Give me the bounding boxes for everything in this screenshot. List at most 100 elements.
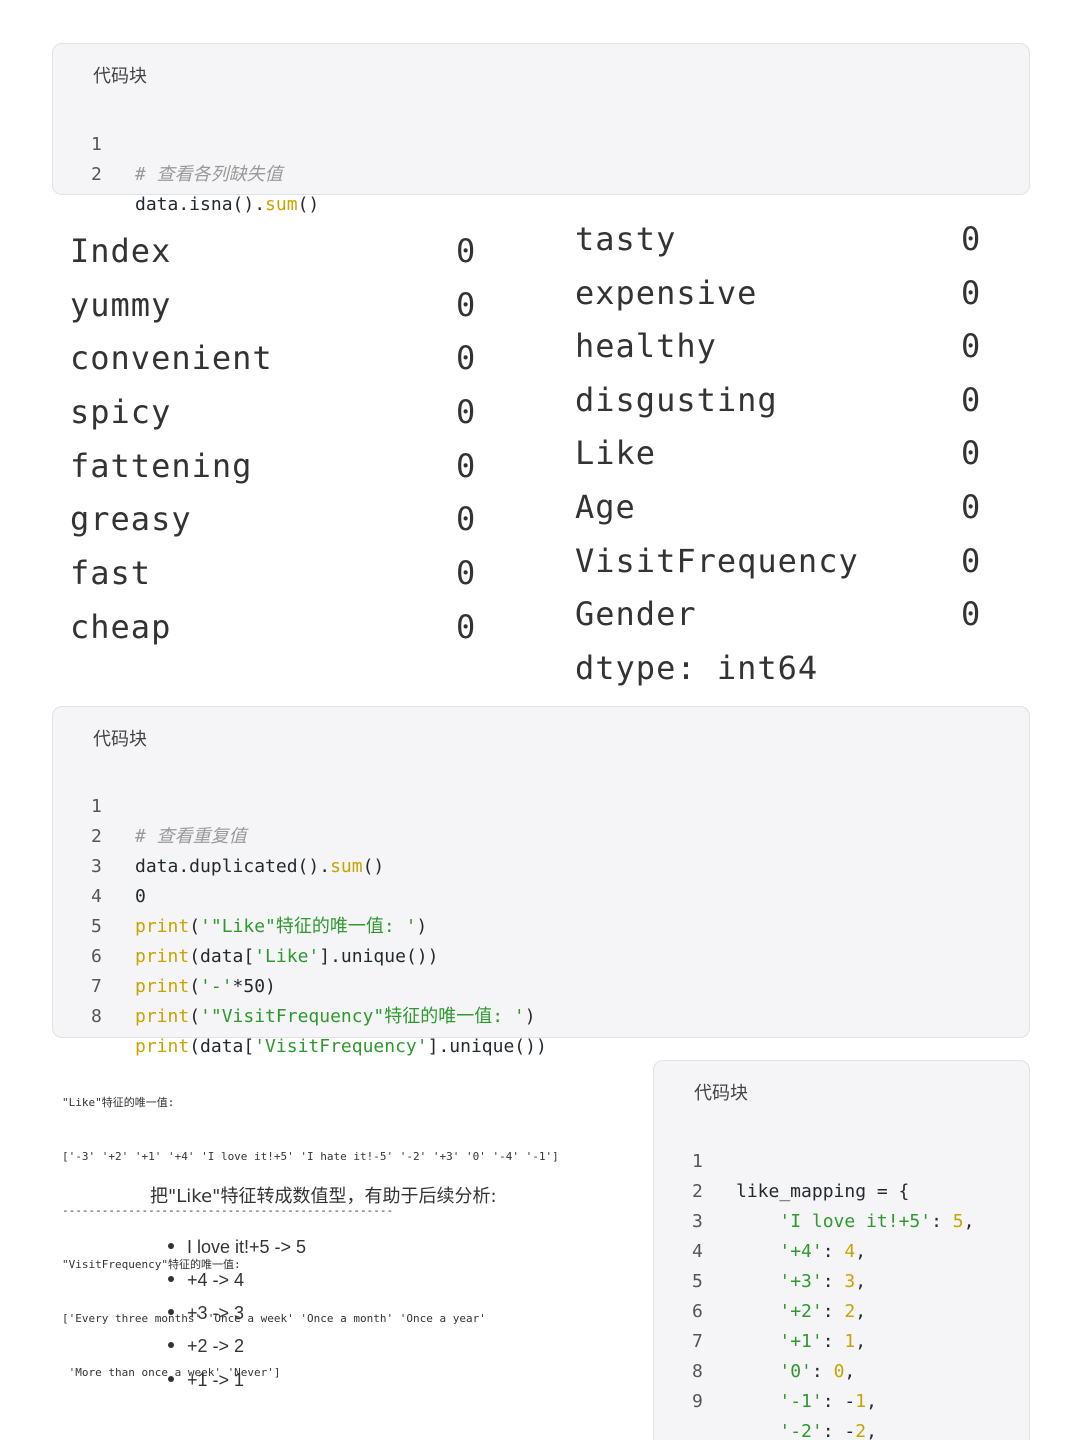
missing-count: 0 xyxy=(961,327,982,365)
column-name: Age xyxy=(575,488,636,526)
column-name: tasty xyxy=(575,220,677,258)
column-name: fast xyxy=(70,554,152,592)
code-text: , xyxy=(866,1391,877,1412)
bullet-icon xyxy=(168,1376,174,1383)
missing-count: 0 xyxy=(961,381,982,419)
code-number: 2 xyxy=(855,1421,867,1440)
unique-values-output: "Like"特征的唯一值: ['-3' '+2' '+1' '+4' 'I lo… xyxy=(62,1058,559,1400)
output-row: Like 0 xyxy=(575,433,980,473)
code-block-label: 代码块 xyxy=(93,729,147,750)
output-row: fattening 0 xyxy=(70,446,475,486)
output-line: ['Every three months' 'Once a week' 'Onc… xyxy=(62,1312,486,1325)
missing-count: 0 xyxy=(456,608,477,646)
list-item-text: I love it!+5 -> 5 xyxy=(187,1237,307,1257)
missing-count: 0 xyxy=(961,434,982,472)
code-string: '-1' xyxy=(779,1391,823,1412)
column-name: healthy xyxy=(575,327,717,365)
bullet-icon xyxy=(168,1342,174,1349)
code-text: : - xyxy=(822,1391,856,1412)
column-name: disgusting xyxy=(575,381,778,419)
code-line: 2 'I love it!+5': 5, xyxy=(654,1147,1029,1232)
code-line: 2 data.isna().sum() xyxy=(53,130,1029,215)
code-number: 1 xyxy=(855,1391,867,1412)
output-row: Index 0 xyxy=(70,231,475,271)
code-text: data.isna(). xyxy=(135,194,266,215)
code-line: 3 '+4': 4, xyxy=(654,1177,1029,1262)
output-line: "VisitFrequency"特征的唯一值: xyxy=(62,1258,241,1271)
code-function: sum xyxy=(265,194,298,215)
missing-count: 0 xyxy=(961,595,982,633)
code-text: ].unique()) xyxy=(427,1036,547,1057)
code-block-duplicated: 代码块 1 # 查看重复值 2 data.duplicated().sum() … xyxy=(52,706,1030,1057)
output-row: yummy 0 xyxy=(70,285,475,325)
code-block-isna: 代码块 1 # 查看各列缺失值 2 data.isna().sum() xyxy=(52,43,1030,215)
code-block-label: 代码块 xyxy=(694,1083,748,1104)
column-name: yummy xyxy=(70,286,172,324)
code-line: 6 print('-'*50) xyxy=(53,912,1029,997)
code-text: ( xyxy=(189,1006,201,1027)
output-row: Gender 0 xyxy=(575,594,980,634)
code-line: 2 data.duplicated().sum() xyxy=(53,792,1029,877)
code-line: 8 print(data['VisitFrequency'].unique()) xyxy=(53,972,1029,1057)
code-text: () xyxy=(297,194,320,215)
output-line: 'More than once a week' 'Never'] xyxy=(62,1366,281,1379)
list-item-text: +3 -> 3 xyxy=(187,1303,245,1323)
line-number: 9 xyxy=(692,1391,703,1412)
code-line: 3 0 xyxy=(53,822,1029,907)
column-name: greasy xyxy=(70,500,192,538)
code-text: ) xyxy=(524,1006,536,1027)
output-row: spicy 0 xyxy=(70,392,475,432)
output-row: fast 0 xyxy=(70,553,475,593)
output-row: disgusting 0 xyxy=(575,380,980,420)
list-item-text: +1 -> 1 xyxy=(187,1370,245,1390)
missing-count: 0 xyxy=(456,339,477,377)
dtype-line: dtype: int64 xyxy=(575,649,819,687)
code-block-like-mapping: 代码块 1 like_mapping = { 2 'I love it!+5':… xyxy=(653,1060,1030,1440)
code-line: 1 # 查看各列缺失值 xyxy=(53,100,1029,185)
bullet-icon xyxy=(168,1243,174,1250)
code-comment: # 查看各列缺失值 xyxy=(135,164,283,185)
code-text: , xyxy=(866,1421,877,1440)
output-row: convenient 0 xyxy=(70,338,475,378)
output-row: Age 0 xyxy=(575,487,980,527)
code-line: 7 print('"VisitFrequency"特征的唯一值: ') xyxy=(53,942,1029,1027)
missing-count: 0 xyxy=(961,220,982,258)
column-name: convenient xyxy=(70,339,273,377)
code-function: print xyxy=(135,1006,190,1027)
bullet-icon xyxy=(168,1309,174,1316)
column-name: expensive xyxy=(575,274,758,312)
list-item: +3 -> 3 xyxy=(168,1298,244,1328)
list-item-text: +2 -> 2 xyxy=(187,1336,245,1356)
output-row: greasy 0 xyxy=(70,499,475,539)
code-line: 5 '+2': 2, xyxy=(654,1237,1029,1322)
code-line: 5 print(data['Like'].unique()) xyxy=(53,882,1029,967)
code-line: 9 '-2': -2, xyxy=(654,1357,1029,1440)
code-line: 7 '0': 0, xyxy=(654,1297,1029,1382)
missing-count: 0 xyxy=(961,274,982,312)
missing-count: 0 xyxy=(456,393,477,431)
output-row: VisitFrequency 0 xyxy=(575,541,980,581)
code-string: 'VisitFrequency' xyxy=(254,1036,428,1057)
code-text: : - xyxy=(822,1421,856,1440)
column-name: spicy xyxy=(70,393,172,431)
bullet-icon xyxy=(168,1276,174,1283)
missing-count: 0 xyxy=(961,542,982,580)
list-item: I love it!+5 -> 5 xyxy=(168,1232,306,1262)
code-string: '-2' xyxy=(779,1421,823,1440)
code-line: 1 # 查看重复值 xyxy=(53,762,1029,847)
missing-count: 0 xyxy=(456,500,477,538)
output-line: ['-3' '+2' '+1' '+4' 'I love it!+5' 'I h… xyxy=(62,1150,559,1163)
output-row: expensive 0 xyxy=(575,273,980,313)
missing-count: 0 xyxy=(456,554,477,592)
column-name: fattening xyxy=(70,447,253,485)
column-name: Gender xyxy=(575,595,697,633)
column-name: VisitFrequency xyxy=(575,542,859,580)
missing-count: 0 xyxy=(456,286,477,324)
missing-count: 0 xyxy=(456,232,477,270)
output-line: "Like"特征的唯一值: xyxy=(62,1096,175,1109)
list-item-text: +4 -> 4 xyxy=(187,1270,245,1290)
list-item: +2 -> 2 xyxy=(168,1331,244,1361)
missing-count: 0 xyxy=(456,447,477,485)
list-item: +4 -> 4 xyxy=(168,1265,244,1295)
